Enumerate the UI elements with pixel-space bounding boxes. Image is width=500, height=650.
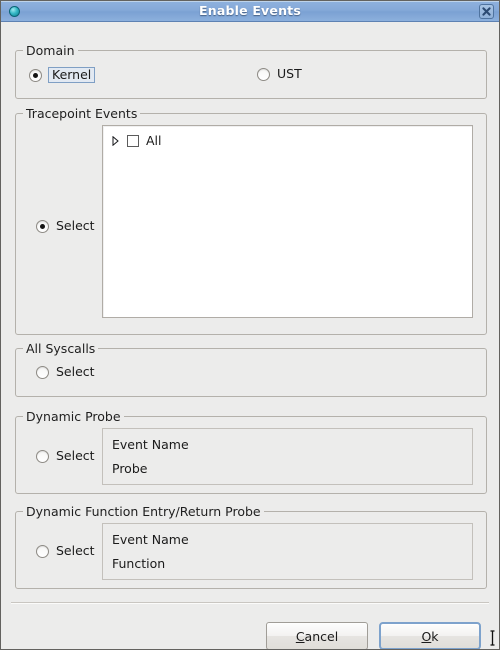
tracepoint-events-group: Tracepoint Events Select All	[15, 106, 487, 335]
dynamic-function-probe-group-title: Dynamic Function Entry/Return Probe	[23, 504, 264, 519]
dynamic-function-probe-event-name-label: Event Name	[112, 532, 189, 547]
radio-indicator-kernel[interactable]	[29, 68, 42, 82]
radio-label-dynamic-function-probe-select: Select	[56, 543, 95, 558]
cancel-rest: ancel	[304, 628, 339, 644]
dynamic-probe-event-name-label: Event Name	[112, 437, 189, 452]
radio-indicator-all-syscalls-select[interactable]	[36, 365, 49, 379]
cancel-button-label: Cancel	[296, 629, 338, 644]
domain-group-title: Domain	[23, 43, 78, 58]
cancel-mnemonic: C	[295, 628, 305, 644]
radio-all-syscalls-select[interactable]: Select	[36, 365, 95, 379]
dynamic-probe-group: Dynamic Probe Select Event Name Probe	[15, 409, 487, 494]
button-bar-separator	[11, 602, 489, 604]
tracepoint-tree-view[interactable]: All	[102, 125, 473, 318]
dynamic-function-probe-fields-panel: Event Name Function	[102, 523, 473, 580]
cancel-button[interactable]: Cancel	[266, 622, 368, 649]
radio-indicator-dynamic-function-probe-select[interactable]	[36, 544, 49, 558]
radio-dynamic-function-probe-select[interactable]: Select	[36, 544, 95, 558]
tree-item-label-all: All	[146, 133, 162, 148]
dynamic-function-probe-group: Dynamic Function Entry/Return Probe Sele…	[15, 504, 487, 589]
ok-button-label: Ok	[421, 629, 438, 644]
checkbox-all[interactable]	[127, 135, 139, 147]
chevron-right-icon[interactable]	[111, 136, 120, 147]
radio-indicator-dynamic-probe-select[interactable]	[36, 449, 49, 463]
radio-tracepoint-select[interactable]: Select	[36, 219, 95, 233]
radio-indicator-ust[interactable]	[257, 67, 270, 81]
enable-events-dialog: Enable Events Domain Kernel UST Tracepoi…	[0, 0, 500, 650]
dynamic-probe-probe-label: Probe	[112, 461, 148, 476]
window-title: Enable Events	[198, 2, 301, 18]
dynamic-probe-fields-panel: Event Name Probe	[102, 428, 473, 485]
radio-domain-ust[interactable]: UST	[257, 67, 302, 81]
radio-domain-kernel[interactable]: Kernel	[29, 67, 96, 83]
radio-dynamic-probe-select[interactable]: Select	[36, 449, 95, 463]
close-icon[interactable]	[479, 4, 494, 19]
domain-group: Domain Kernel UST	[15, 43, 487, 99]
dynamic-probe-group-title: Dynamic Probe	[23, 409, 124, 424]
all-syscalls-group: All Syscalls Select	[15, 341, 487, 397]
all-syscalls-group-title: All Syscalls	[23, 341, 99, 356]
radio-indicator-tracepoint-select[interactable]	[36, 219, 49, 233]
dialog-body: Domain Kernel UST Tracepoint Events Sele…	[1, 22, 499, 649]
ok-mnemonic: O	[421, 628, 432, 644]
dynamic-function-probe-function-label: Function	[112, 556, 166, 571]
text-cursor-icon	[489, 630, 496, 646]
radio-label-all-syscalls-select: Select	[56, 364, 95, 379]
tree-item-all[interactable]: All	[111, 134, 162, 148]
ok-button[interactable]: Ok	[379, 622, 481, 649]
tracepoint-events-group-title: Tracepoint Events	[23, 106, 141, 121]
ok-rest: k	[431, 628, 439, 644]
radio-label-tracepoint-select: Select	[56, 218, 95, 233]
radio-label-kernel: Kernel	[48, 67, 96, 83]
radio-label-dynamic-probe-select: Select	[56, 448, 95, 463]
radio-label-ust: UST	[277, 66, 302, 81]
app-circle-icon	[9, 6, 20, 17]
title-bar: Enable Events	[1, 1, 499, 22]
